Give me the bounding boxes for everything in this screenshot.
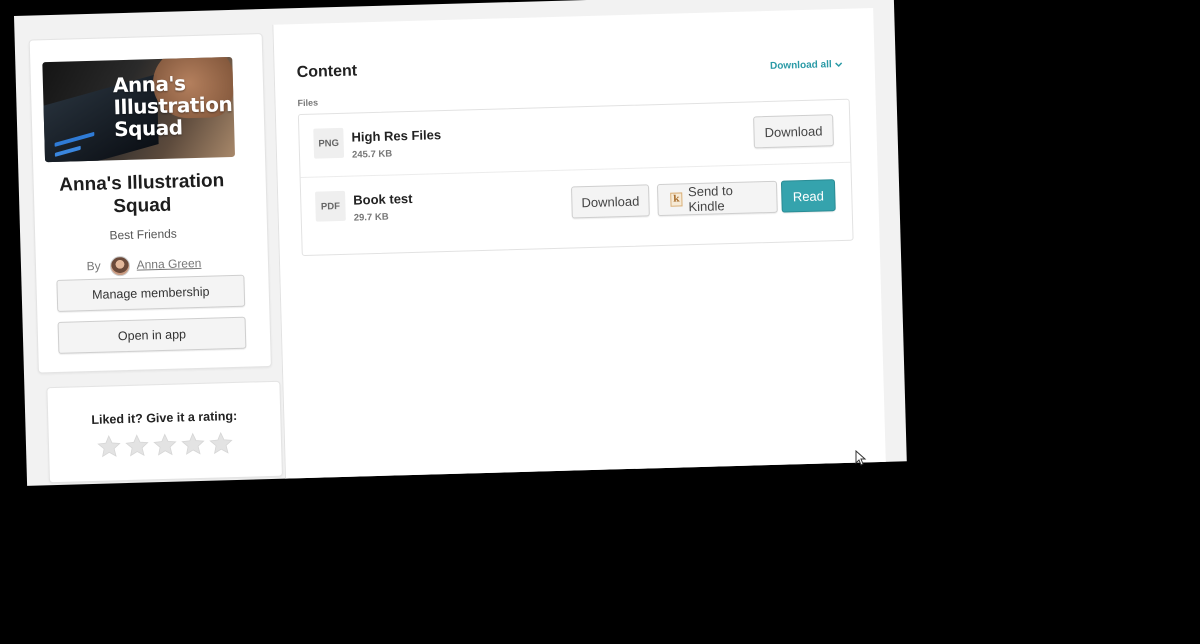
manage-membership-button[interactable]: Manage membership <box>56 274 246 312</box>
by-label: By <box>86 258 101 274</box>
send-to-kindle-label: Send to Kindle <box>687 182 734 215</box>
author-avatar[interactable] <box>109 255 131 277</box>
screenshot-scene: Anna's Illustration Squad Anna's Illustr… <box>0 0 1200 644</box>
mouse-cursor-icon <box>855 450 867 466</box>
star-icon-1[interactable] <box>97 434 122 459</box>
rating-prompt: Liked it? Give it a rating: <box>91 408 238 427</box>
open-in-app-button[interactable]: Open in app <box>57 316 247 354</box>
file-size: 245.7 KB <box>351 148 393 161</box>
product-card: Anna's Illustration Squad Anna's Illustr… <box>28 33 272 374</box>
rating-card: Liked it? Give it a rating: <box>46 380 283 484</box>
author-link[interactable]: Anna Green <box>136 256 201 272</box>
download-all-label: Download all <box>769 59 832 72</box>
file-size: 29.7 KB <box>353 211 389 224</box>
download-button[interactable]: Download <box>570 184 650 219</box>
product-cover-image: Anna's Illustration Squad <box>42 56 236 163</box>
star-icon-4[interactable] <box>181 432 206 457</box>
product-title: Anna's Illustration Squad <box>58 170 225 218</box>
star-icon-5[interactable] <box>209 431 234 456</box>
content-title: Content <box>296 62 358 82</box>
star-rating <box>97 431 234 459</box>
cover-title-text: Anna's Illustration Squad <box>112 71 233 142</box>
send-to-kindle-button[interactable]: k Send to Kindle <box>656 180 778 217</box>
download-button[interactable]: Download <box>753 114 834 149</box>
kindle-icon: k <box>670 192 683 207</box>
file-name: Book test <box>353 190 413 208</box>
file-name: High Res Files <box>351 127 442 145</box>
download-all-link[interactable]: Download all <box>770 59 843 72</box>
app-window: Anna's Illustration Squad Anna's Illustr… <box>14 0 907 486</box>
byline: By Anna Green <box>44 253 244 279</box>
files-list: PNG High Res Files 245.7 KB Download PDF… <box>297 98 854 257</box>
content-panel: Content Download all Files PNG High Res … <box>272 8 887 486</box>
product-subtitle: Best Friends <box>109 226 178 243</box>
files-section-label: Files <box>297 97 319 109</box>
star-icon-2[interactable] <box>125 433 150 458</box>
chevron-down-icon <box>835 61 843 67</box>
star-icon-3[interactable] <box>153 433 178 458</box>
read-button[interactable]: Read <box>780 179 836 213</box>
pdf-file-icon: PDF <box>315 190 346 222</box>
png-file-icon: PNG <box>313 127 345 159</box>
